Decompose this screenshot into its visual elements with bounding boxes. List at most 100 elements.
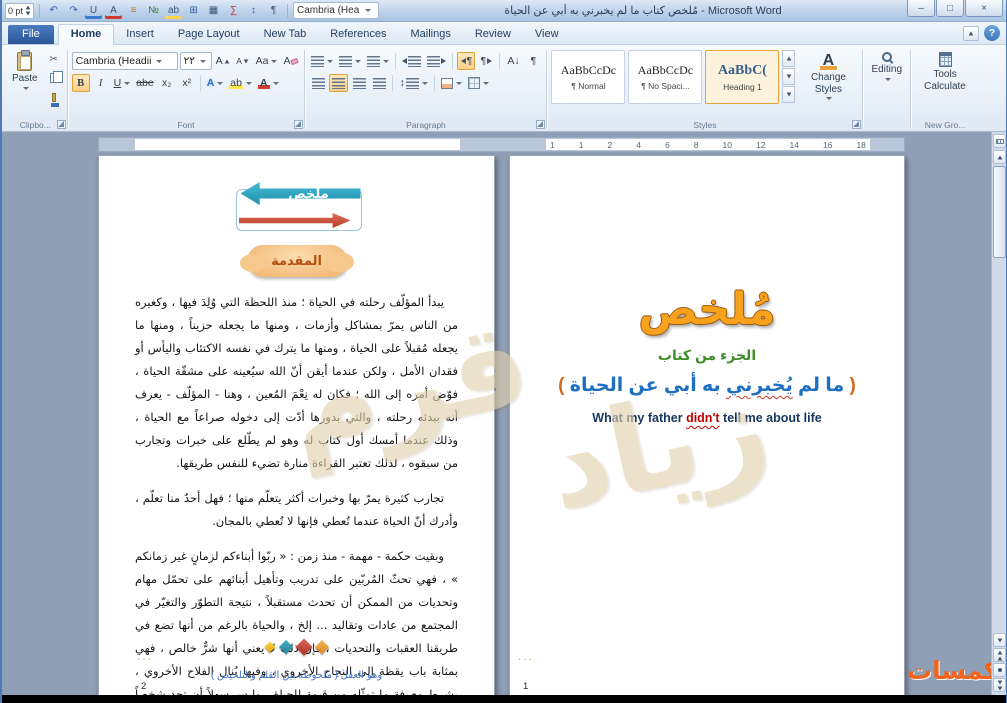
tab-view[interactable]: View (523, 25, 571, 44)
numbering-button[interactable] (337, 52, 363, 70)
align-right-button[interactable] (350, 74, 368, 92)
bold-button[interactable]: B (71, 74, 90, 92)
maximize-button[interactable]: □ (936, 0, 964, 17)
body-paragraph[interactable]: يبدأ المؤلّف رحلته في الحياة ؛ منذ اللحظ… (135, 291, 458, 475)
font-name-combo[interactable]: Cambria (Headii (71, 52, 178, 70)
numbering-icon[interactable]: № (145, 2, 162, 19)
text-effects-button[interactable]: A (205, 74, 226, 92)
select-browse-object-button[interactable] (993, 663, 1006, 677)
sort-button[interactable]: A↓ (504, 52, 522, 70)
rtl-direction-button[interactable]: ¶ (457, 52, 476, 70)
help-button[interactable]: ? (984, 25, 1000, 41)
format-painter-icon (50, 92, 59, 107)
underline-icon[interactable]: U (85, 2, 102, 19)
tab-new-tab[interactable]: New Tab (252, 25, 319, 44)
styles-dialog-launcher[interactable] (852, 120, 862, 129)
paste-button[interactable]: Paste (8, 50, 42, 92)
style-heading1[interactable]: AaBbC( Heading 1 (705, 50, 780, 104)
subscript-button[interactable]: x₂ (158, 74, 176, 92)
multilevel-list-button[interactable] (365, 52, 391, 70)
change-styles-icon: A (820, 52, 838, 70)
tab-mailings[interactable]: Mailings (398, 25, 462, 44)
previous-page-button[interactable] (993, 648, 1006, 662)
underline-button[interactable]: U (112, 74, 133, 92)
tab-page-layout[interactable]: Page Layout (166, 25, 252, 44)
minimize-ribbon-button[interactable] (963, 25, 979, 41)
strikethrough-button[interactable]: abe (134, 74, 156, 92)
scroll-down-button[interactable] (993, 633, 1006, 647)
clear-formatting-button[interactable]: A (281, 52, 300, 70)
close-button[interactable]: × (965, 0, 1003, 17)
show-marks-button[interactable]: ¶ (524, 52, 542, 70)
font-dialog-launcher[interactable] (294, 120, 304, 129)
next-page-button[interactable] (993, 678, 1006, 692)
copy-icon (49, 71, 63, 83)
spacing-spinner[interactable]: 0 pt (5, 2, 35, 19)
style-no-spacing[interactable]: AaBbCcDc ¶ No Spaci... (628, 50, 703, 104)
tab-insert[interactable]: Insert (114, 25, 166, 44)
borders-icon[interactable]: ▦ (205, 2, 222, 19)
tab-home[interactable]: Home (57, 24, 115, 45)
bottom-edge (2, 695, 1006, 703)
bullets-button[interactable] (309, 52, 335, 70)
italic-button[interactable]: I (92, 74, 110, 92)
misspelled-word: didn't (686, 411, 720, 425)
font-color-button[interactable]: A (256, 74, 281, 92)
undo-icon[interactable]: ↶ (45, 2, 62, 19)
tab-references[interactable]: References (318, 25, 398, 44)
vertical-scrollbar[interactable] (991, 132, 1006, 695)
format-painter-button[interactable] (45, 89, 63, 107)
text-highlight-button[interactable]: ab (227, 74, 254, 92)
superscript-button[interactable]: x² (178, 74, 196, 92)
line-spacing-icon[interactable]: ↕ (245, 2, 262, 19)
copy-button[interactable] (45, 70, 63, 86)
pilcrow-icon[interactable]: ¶ (265, 2, 282, 19)
spinner-arrows-icon[interactable] (25, 5, 31, 16)
bullet-list-icon[interactable]: ≡ (125, 2, 142, 19)
qat-separator (287, 3, 289, 18)
change-case-button[interactable]: Aa (254, 52, 280, 70)
align-center-button[interactable] (329, 74, 349, 92)
ruler-toggle-button[interactable] (993, 134, 1006, 148)
custom-group: Tools Calculate New Gro... (911, 47, 979, 131)
shrink-font-button[interactable]: A (234, 52, 252, 70)
clipboard-dialog-launcher[interactable] (56, 120, 66, 129)
formula-icon[interactable]: ∑ (225, 2, 242, 19)
page-1[interactable]: مُلخص الجزء من كتاب ( ما لم يُخبرني به أ… (509, 155, 905, 695)
diamond-icon (295, 638, 313, 656)
change-styles-button[interactable]: A Change Styles (798, 50, 858, 102)
redo-icon[interactable]: ↷ (65, 2, 82, 19)
tab-file[interactable]: File (8, 25, 54, 44)
scroll-up-button[interactable] (993, 150, 1006, 164)
styles-scroll-up-button[interactable] (782, 50, 796, 67)
line-spacing-button[interactable]: ↕ (397, 74, 429, 92)
diamond-icon (278, 639, 294, 655)
styles-more-button[interactable] (782, 86, 796, 103)
grow-font-button[interactable]: A (214, 52, 232, 70)
align-left-button[interactable] (309, 74, 327, 92)
font-color-icon[interactable]: A (105, 2, 122, 19)
highlight-icon[interactable]: ab (165, 2, 182, 19)
minimize-button[interactable]: – (907, 0, 935, 17)
paragraph-dialog-launcher[interactable] (536, 120, 546, 129)
styles-scroll-down-button[interactable] (782, 68, 796, 85)
shading-button[interactable] (439, 74, 464, 92)
cut-button[interactable]: ✂ (45, 51, 63, 67)
justify-button[interactable] (370, 74, 388, 92)
tab-review[interactable]: Review (463, 25, 523, 44)
tools-calculate-button[interactable]: Tools Calculate (915, 50, 975, 94)
body-paragraph[interactable]: تجارب كثيرة يمرّ بها وخبرات أكثر يتعلّم … (135, 487, 458, 533)
editing-button[interactable]: Editing (867, 50, 906, 83)
scrollbar-thumb[interactable] (993, 166, 1006, 258)
page-2[interactable]: ملخص المقدمة يبدأ المؤلّف رحلته في الحيا… (98, 155, 495, 695)
font-size-combo[interactable]: ٢٢ (179, 52, 212, 70)
ltr-direction-button[interactable]: ¶ (477, 52, 495, 70)
increase-indent-button[interactable] (425, 52, 448, 70)
decrease-indent-button[interactable] (400, 52, 423, 70)
style-normal[interactable]: AaBbCcDc ¶ Normal (551, 50, 626, 104)
qat-font-combo[interactable]: Cambria (Hea (293, 2, 380, 19)
horizontal-ruler[interactable]: 1 1 2 4 6 8 10 12 14 16 18 (98, 137, 905, 152)
table-icon[interactable]: ⊞ (185, 2, 202, 19)
ruler-number: 18 (856, 139, 866, 150)
borders-button[interactable] (466, 74, 491, 92)
